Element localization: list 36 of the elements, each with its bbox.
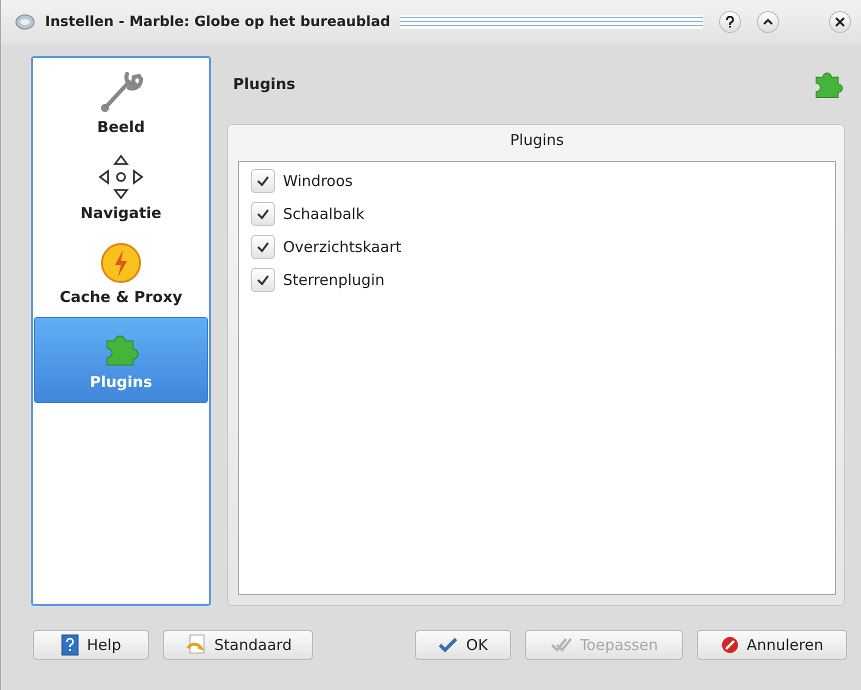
plugin-label: Windroos: [283, 172, 353, 190]
help-button[interactable]: [719, 11, 741, 33]
checkmark-icon: [256, 208, 270, 220]
dialog-button[interactable]: Standaard: [163, 630, 313, 660]
window-title: Instellen - Marble: Globe op het bureaublad: [45, 14, 390, 30]
dialog-button[interactable]: Help: [33, 630, 149, 660]
navigation-icon: [98, 154, 144, 200]
checkbox[interactable]: [251, 202, 275, 226]
lightning-icon: [100, 242, 142, 284]
close-icon: [835, 17, 845, 27]
page-title: Plugins: [233, 75, 296, 93]
minimize-button[interactable]: [757, 11, 779, 33]
sidebar-item[interactable]: Navigatie: [34, 145, 208, 231]
dialog-button[interactable]: OK: [415, 630, 511, 660]
help-book-icon: [60, 634, 79, 656]
cancel-icon: [720, 636, 739, 654]
plugin-label: Overzichtskaart: [283, 238, 402, 256]
sidebar-item[interactable]: Beeld: [34, 59, 208, 145]
close-button[interactable]: [829, 11, 851, 33]
group-title: Plugins: [510, 130, 564, 151]
sidebar-item[interactable]: Cache & Proxy: [34, 231, 208, 317]
checkmark-icon: [256, 175, 270, 187]
checkbox[interactable]: [251, 169, 275, 193]
checkmark-icon: [256, 241, 270, 253]
question-mark-icon: [725, 16, 735, 28]
dialog-button[interactable]: Annuleren: [697, 630, 847, 660]
caret-up-icon: [763, 18, 773, 26]
plugin-label: Sterrenplugin: [283, 271, 384, 289]
checkmark-icon: [256, 274, 270, 286]
double-check-icon: [550, 637, 572, 653]
checkbox[interactable]: [251, 268, 275, 292]
undo-icon: [184, 634, 206, 656]
plugin-label: Schaalbalk: [283, 205, 364, 223]
check-icon: [438, 637, 458, 653]
checkbox[interactable]: [251, 235, 275, 259]
app-globe-icon: [15, 14, 35, 30]
